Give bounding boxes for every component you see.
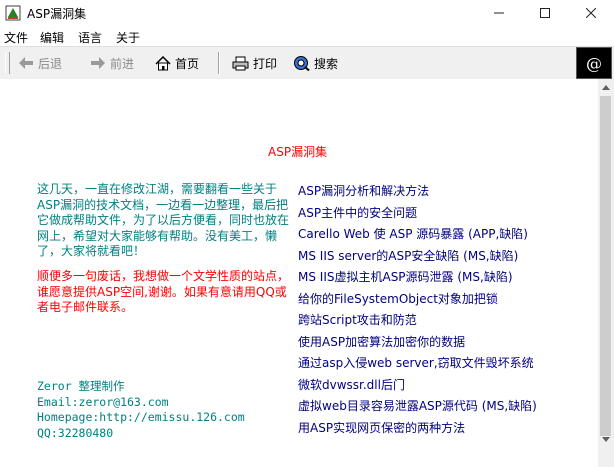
scroll-down-button[interactable]: [598, 431, 614, 447]
article-link[interactable]: 虚拟web目录容易泄露ASP源代码 (MS,缺陷): [298, 398, 537, 420]
help-book-icon: [5, 5, 21, 21]
article-links: ASP漏洞分析和解决方法 ASP主件中的安全问题 Carello Web 使 A…: [298, 183, 537, 441]
scroll-thumb[interactable]: [600, 96, 611, 436]
credits-maker: Zeror 整理制作: [37, 379, 125, 393]
article-link[interactable]: 给你的FileSystemObject对象加把锁: [298, 291, 537, 313]
forward-button[interactable]: 前进: [90, 53, 134, 73]
credits: Zeror 整理制作 Email:zeror@163.com Homepage:…: [37, 379, 245, 441]
search-label: 搜索: [314, 56, 339, 71]
chevron-up-icon: [602, 84, 610, 90]
menu-about[interactable]: 关于: [116, 29, 140, 46]
toolbar: 后退 前进 首页 打印 搜索 @: [0, 46, 614, 80]
maximize-icon: [540, 8, 550, 18]
article-link[interactable]: 使用ASP加密算法加密你的数据: [298, 334, 537, 356]
credits-homepage: Homepage:http://emissu.126.com: [37, 410, 245, 424]
minimize-button[interactable]: [476, 0, 522, 26]
article-link[interactable]: ASP主件中的安全问题: [298, 205, 537, 227]
print-button[interactable]: 打印: [232, 53, 277, 73]
title-bar: ASP漏洞集: [0, 0, 614, 26]
credits-email: Email:zeror@163.com: [37, 394, 169, 409]
home-button[interactable]: 首页: [155, 53, 199, 73]
article-link[interactable]: 跨站Script攻击和防范: [298, 312, 537, 334]
home-label: 首页: [175, 56, 200, 71]
menu-language[interactable]: 语言: [78, 29, 102, 46]
chevron-down-icon: [602, 436, 610, 442]
minimize-icon: [494, 12, 504, 14]
content-pane: ASP漏洞集 这几天，一直在修改江湖，需要翻看一些关于ASP漏洞的技术文档，一边…: [0, 79, 598, 467]
menu-bar: 文件 编辑 语言 关于: [0, 26, 614, 46]
search-icon: [294, 56, 310, 71]
arrow-right-icon: [91, 57, 105, 69]
back-button[interactable]: 后退: [18, 53, 62, 73]
request-text: 顺便多一句废话，我想做一个文学性质的站点，谁愿意提供ASP空间,谢谢。如果有意请…: [37, 269, 290, 314]
article-link[interactable]: ASP漏洞分析和解决方法: [298, 183, 537, 205]
close-button[interactable]: [568, 0, 614, 26]
toolbar-separator: [218, 52, 220, 74]
back-label: 后退: [38, 56, 63, 71]
article-link[interactable]: 通过asp入侵web server,窃取文件毁坏系统: [298, 355, 537, 377]
menu-file[interactable]: 文件: [4, 29, 28, 46]
forward-label: 前进: [110, 56, 135, 71]
window-title: ASP漏洞集: [27, 7, 87, 21]
article-link[interactable]: Carello Web 使 ASP 源码暴露 (APP,缺陷): [298, 226, 537, 248]
printer-icon: [232, 56, 249, 70]
intro-text: 这几天，一直在修改江湖，需要翻看一些关于ASP漏洞的技术文档，一边看一边整理，最…: [37, 182, 290, 258]
print-label: 打印: [253, 56, 278, 71]
credits-qq: QQ:32280480: [37, 425, 114, 440]
article-link[interactable]: MS IIS server的ASP安全缺陷 (MS,缺陷): [298, 248, 537, 270]
corner-logo: @: [576, 47, 612, 79]
toolbar-grip[interactable]: [5, 52, 10, 74]
menu-edit[interactable]: 编辑: [40, 29, 64, 46]
maximize-button[interactable]: [522, 0, 568, 26]
arrow-left-icon: [19, 57, 33, 69]
article-link[interactable]: 微软dvwssr.dll后门: [298, 377, 537, 399]
page-title: ASP漏洞集: [268, 145, 328, 159]
article-link[interactable]: MS IIS虚拟主机ASP源码泄露 (MS,缺陷): [298, 269, 537, 291]
scroll-up-button[interactable]: [598, 79, 614, 95]
close-icon: [586, 8, 596, 18]
article-link[interactable]: 用ASP实现网页保密的两种方法: [298, 420, 537, 442]
search-button[interactable]: 搜索: [293, 53, 338, 73]
home-icon: [155, 55, 171, 70]
vertical-scrollbar[interactable]: [598, 79, 614, 467]
